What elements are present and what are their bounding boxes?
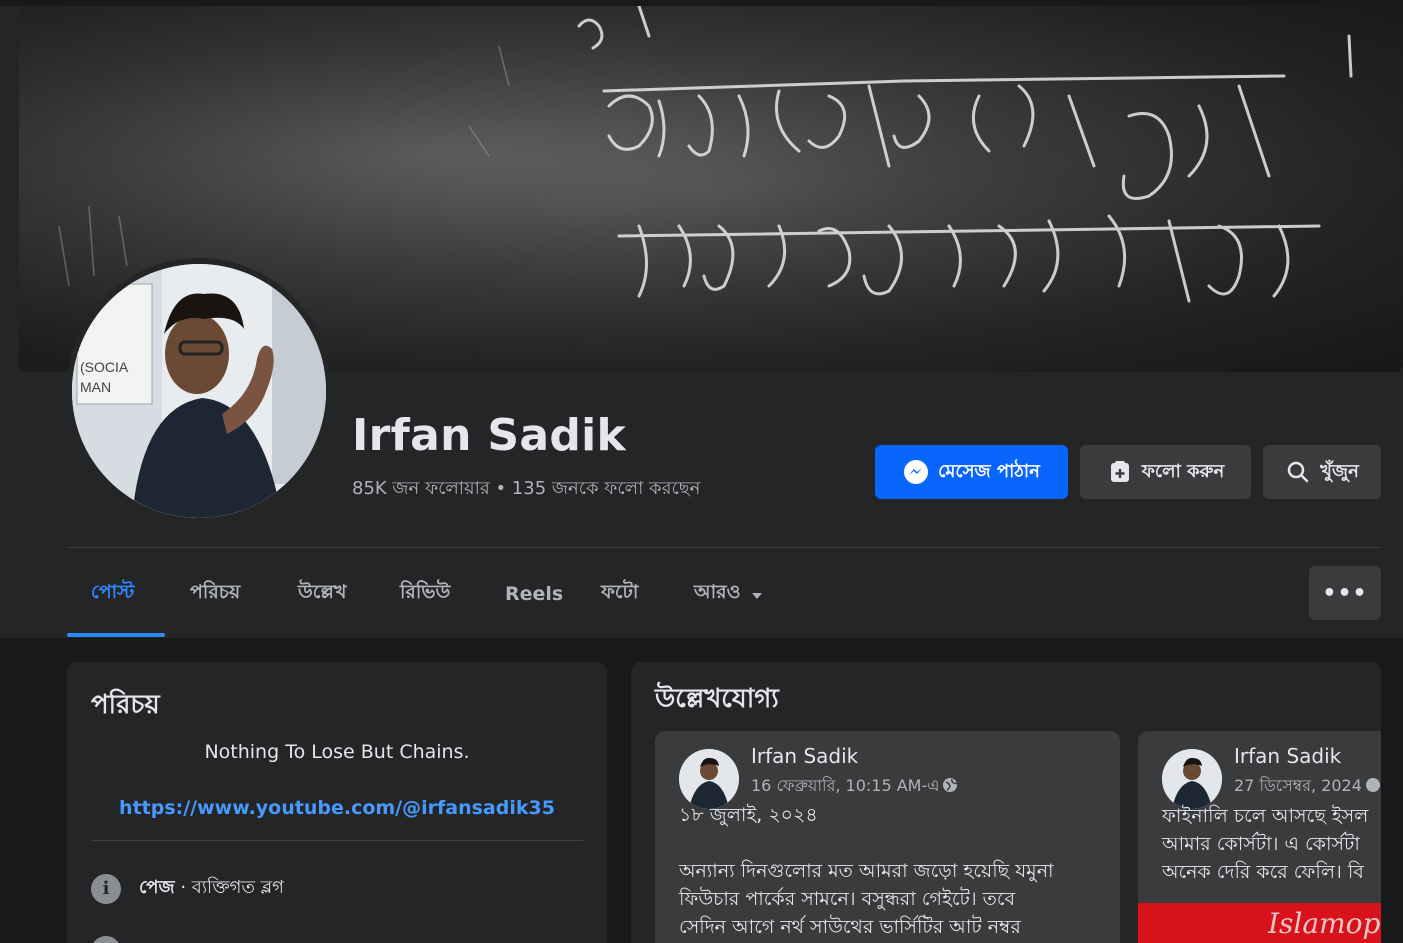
post-author-avatar[interactable] <box>679 749 739 809</box>
post-author-avatar[interactable] <box>1162 749 1222 809</box>
tab-about[interactable]: পরিচয় <box>190 566 240 622</box>
caret-down-icon <box>751 583 763 605</box>
more-options-button[interactable]: ••• <box>1309 566 1381 620</box>
tab-posts[interactable]: পোস্ট <box>91 566 134 622</box>
intro-category-bold: পেজ <box>139 877 175 898</box>
intro-title: পরিচয় <box>91 690 160 720</box>
tab-more-label: আরও <box>694 581 741 603</box>
profile-avatar[interactable]: (SOCIA MAN <box>72 264 326 518</box>
search-icon <box>1285 459 1311 485</box>
message-button[interactable]: মেসেজ পাঠান <box>875 445 1068 499</box>
post-line-5: সেদিন আগে নর্থ সাউথের ভার্সিটির আট নম্বর <box>679 916 1021 938</box>
post-timestamp[interactable]: 16 ফেব্রুয়ারি, 10:15 AM-এ <box>751 773 958 800</box>
tab-photos[interactable]: ফটো <box>601 566 638 622</box>
post-line-3: অনেক দেরি করে ফেলি। বি <box>1162 861 1364 883</box>
intro-divider <box>91 840 583 841</box>
featured-post-clip: Irfan Sadik 27 ডিসেম্বর, 2024 ফাইনালি চল… <box>1138 731 1381 943</box>
post-line-4: ফিউচার পার্কের সামনে। বসুন্ধরা গেইটে। তব… <box>679 888 1016 910</box>
post-line-2: আমার কোর্সটা। এ কোর্সটা <box>1162 833 1360 855</box>
search-button-label: খুঁজুন <box>1320 460 1359 482</box>
svg-text:MAN: MAN <box>80 379 111 395</box>
post-author-name[interactable]: Irfan Sadik <box>1234 744 1341 768</box>
follow-button[interactable]: ফলো করুন <box>1080 445 1251 499</box>
follow-add-icon <box>1107 459 1133 485</box>
followers-count[interactable]: 85K জন ফলোয়ার • 135 জনকে ফলো করছেন <box>352 474 700 505</box>
post-timestamp[interactable]: 27 ডিসেম্বর, 2024 <box>1234 773 1381 800</box>
messenger-icon <box>903 459 929 485</box>
post-line-1: ফাইনালি চলে আসছে ইসল <box>1162 805 1369 827</box>
post-time-text: 27 ডিসেম্বর, 2024 <box>1234 776 1362 795</box>
featured-title: উল্লেখযোগ্য <box>655 684 779 714</box>
profile-name: Irfan Sadik <box>352 410 627 461</box>
post-line-1: ১৮ জুলাই, ২০২৪ <box>679 804 818 826</box>
tab-reviews[interactable]: রিভিউ <box>400 566 450 622</box>
globe-icon <box>942 777 958 797</box>
intro-category: পেজ · ব্যক্তিগত ব্লগ <box>139 873 284 904</box>
post-time-text: 16 ফেব্রুয়ারি, 10:15 AM-এ <box>751 776 940 795</box>
post-image-caption: Islamop <box>1268 907 1381 940</box>
post-line-3: অন্যান্য দিনগুলোর মত আমরা জড়ো হয়েছি যম… <box>679 860 1054 882</box>
post-image[interactable]: Islamop <box>1138 903 1381 943</box>
globe-icon <box>1365 777 1381 797</box>
tab-mentions[interactable]: উল্লেখ <box>298 566 346 622</box>
post-author-name[interactable]: Irfan Sadik <box>751 744 858 768</box>
tab-more[interactable]: আরও <box>694 566 763 622</box>
header-divider <box>67 547 1381 548</box>
svg-text:(SOCIA: (SOCIA <box>80 359 129 375</box>
info-icon: i <box>91 873 121 904</box>
intro-website-link[interactable]: https://www.youtube.com/@irfansadik35 <box>67 797 607 819</box>
message-button-label: মেসেজ পাঠান <box>938 460 1040 482</box>
tab-reels[interactable]: Reels <box>505 566 563 622</box>
intro-category-row: i পেজ · ব্যক্তিগত ব্লগ <box>91 873 284 904</box>
intro-category-rest: · ব্যক্তিগত ব্লগ <box>174 877 284 898</box>
intro-bio: Nothing To Lose But Chains. <box>204 741 470 763</box>
search-button[interactable]: খুঁজুন <box>1263 445 1381 499</box>
follow-button-label: ফলো করুন <box>1141 460 1225 482</box>
active-tab-indicator <box>67 633 165 637</box>
